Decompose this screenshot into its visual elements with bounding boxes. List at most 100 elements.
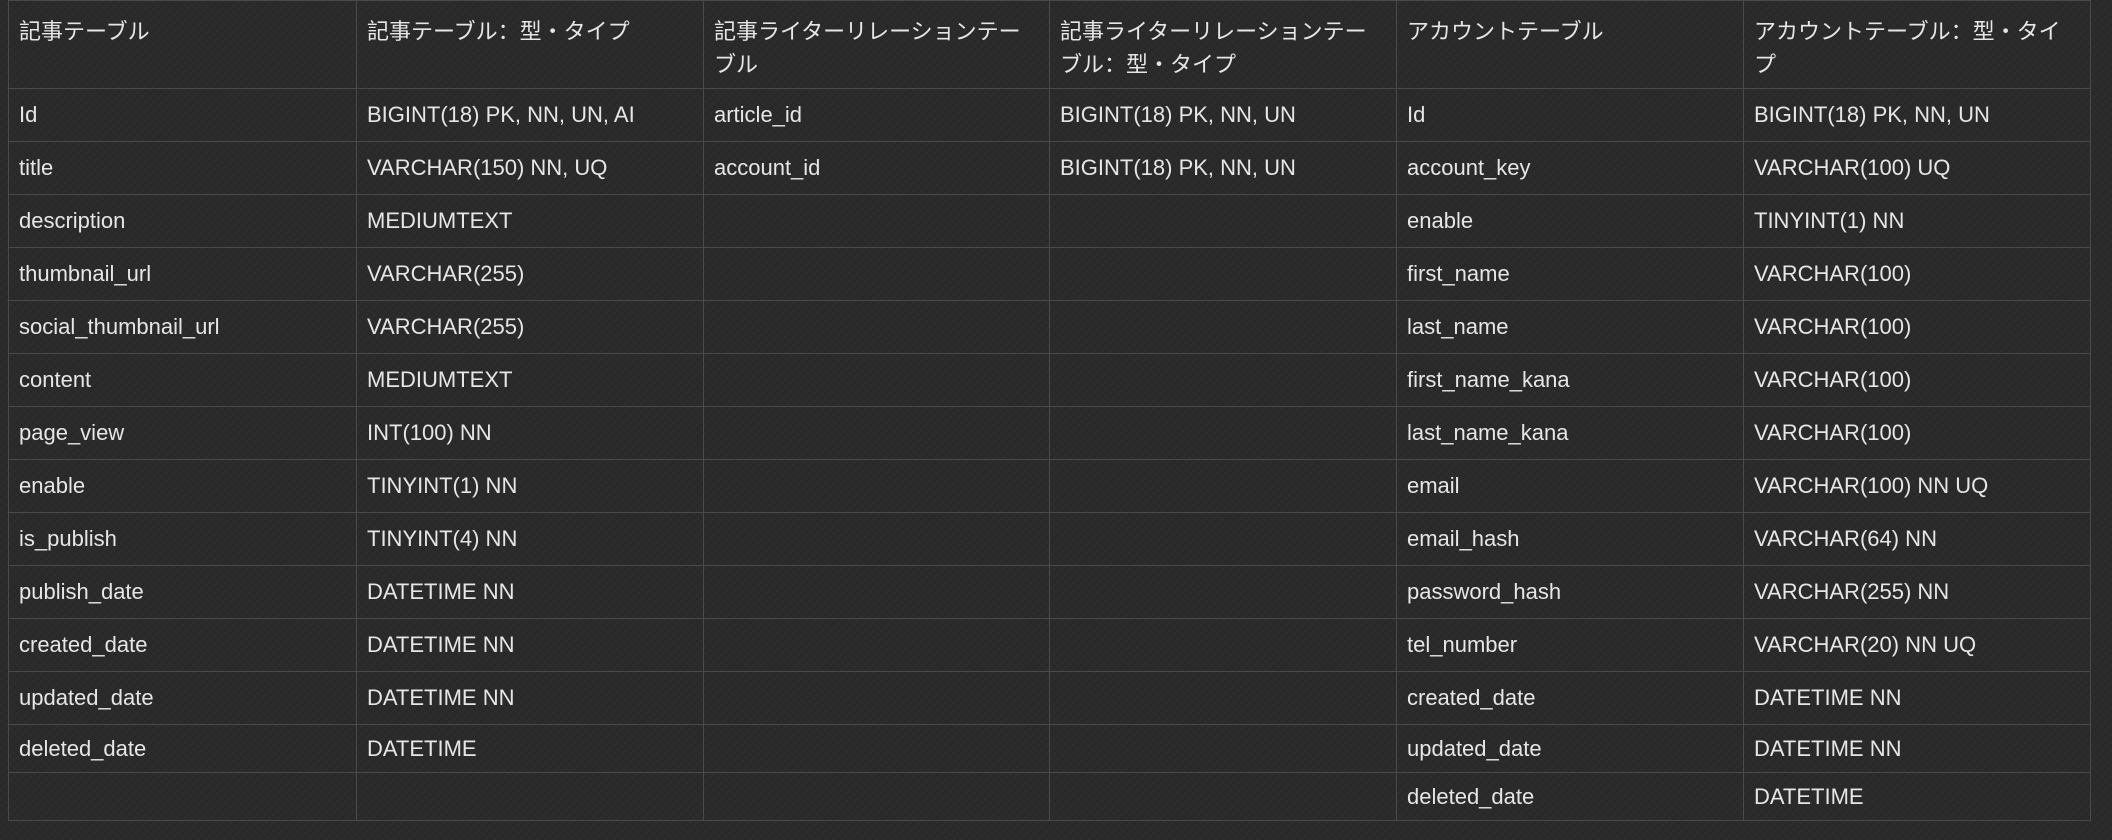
table-row: thumbnail_url VARCHAR(255) first_name VA…	[8, 247, 2091, 301]
table-cell: BIGINT(18) PK, NN, UN	[1049, 88, 1397, 142]
table-cell: DATETIME NN	[1743, 671, 2091, 725]
table-cell: MEDIUMTEXT	[356, 353, 704, 407]
table-row: content MEDIUMTEXT first_name_kana VARCH…	[8, 353, 2091, 407]
table-cell	[1049, 618, 1397, 672]
table-cell: BIGINT(18) PK, NN, UN	[1049, 141, 1397, 195]
table-cell: DATETIME NN	[356, 671, 704, 725]
table-cell: VARCHAR(255)	[356, 247, 704, 301]
table-cell: INT(100) NN	[356, 406, 704, 460]
schema-table-container: 記事テーブル 記事テーブル：型・タイプ 記事ライターリレーションテーブル 記事ラ…	[8, 0, 2091, 821]
table-cell: title	[8, 141, 357, 195]
table-cell	[1049, 300, 1397, 354]
table-cell: email_hash	[1396, 512, 1744, 566]
table-cell: DATETIME NN	[1743, 724, 2091, 773]
table-row: deleted_date DATETIME updated_date DATET…	[8, 724, 2091, 773]
table-cell: first_name_kana	[1396, 353, 1744, 407]
table-cell: TINYINT(4) NN	[356, 512, 704, 566]
table-row: is_publish TINYINT(4) NN email_hash VARC…	[8, 512, 2091, 566]
table-cell: deleted_date	[1396, 772, 1744, 821]
table-row: deleted_date DATETIME	[8, 772, 2091, 821]
table-cell: TINYINT(1) NN	[1743, 194, 2091, 248]
table-cell	[703, 300, 1050, 354]
table-cell: created_date	[1396, 671, 1744, 725]
table-cell: email	[1396, 459, 1744, 513]
table-cell: deleted_date	[8, 724, 357, 773]
table-cell	[703, 618, 1050, 672]
table-cell	[703, 459, 1050, 513]
table-row: updated_date DATETIME NN created_date DA…	[8, 671, 2091, 725]
header-cell-article-table-type: 記事テーブル：型・タイプ	[356, 0, 704, 89]
table-cell	[703, 724, 1050, 773]
table-cell: TINYINT(1) NN	[356, 459, 704, 513]
table-cell: VARCHAR(100)	[1743, 353, 2091, 407]
table-row: social_thumbnail_url VARCHAR(255) last_n…	[8, 300, 2091, 354]
table-cell: VARCHAR(255) NN	[1743, 565, 2091, 619]
table-cell	[1049, 459, 1397, 513]
table-cell	[703, 353, 1050, 407]
table-cell: updated_date	[8, 671, 357, 725]
table-cell	[1049, 247, 1397, 301]
table-row: created_date DATETIME NN tel_number VARC…	[8, 618, 2091, 672]
table-cell: VARCHAR(150) NN, UQ	[356, 141, 704, 195]
table-cell: enable	[1396, 194, 1744, 248]
table-row: Id BIGINT(18) PK, NN, UN, AI article_id …	[8, 88, 2091, 142]
table-cell	[356, 772, 704, 821]
table-cell: Id	[1396, 88, 1744, 142]
table-row: publish_date DATETIME NN password_hash V…	[8, 565, 2091, 619]
table-cell: VARCHAR(100) NN UQ	[1743, 459, 2091, 513]
table-row: enable TINYINT(1) NN email VARCHAR(100) …	[8, 459, 2091, 513]
table-cell	[1049, 724, 1397, 773]
table-cell	[703, 512, 1050, 566]
table-cell: VARCHAR(64) NN	[1743, 512, 2091, 566]
table-row: page_view INT(100) NN last_name_kana VAR…	[8, 406, 2091, 460]
table-cell: updated_date	[1396, 724, 1744, 773]
table-cell: VARCHAR(100) UQ	[1743, 141, 2091, 195]
table-cell	[1049, 512, 1397, 566]
table-cell	[703, 772, 1050, 821]
table-cell: VARCHAR(100)	[1743, 300, 2091, 354]
table-cell: publish_date	[8, 565, 357, 619]
table-cell: BIGINT(18) PK, NN, UN, AI	[356, 88, 704, 142]
table-cell	[8, 772, 357, 821]
table-cell: last_name_kana	[1396, 406, 1744, 460]
table-cell	[1049, 671, 1397, 725]
table-cell: content	[8, 353, 357, 407]
table-cell	[1049, 565, 1397, 619]
table-cell: tel_number	[1396, 618, 1744, 672]
table-cell	[703, 565, 1050, 619]
table-cell	[703, 247, 1050, 301]
table-cell: VARCHAR(255)	[356, 300, 704, 354]
table-cell: enable	[8, 459, 357, 513]
table-cell	[703, 194, 1050, 248]
header-cell-article-table: 記事テーブル	[8, 0, 357, 89]
table-cell: BIGINT(18) PK, NN, UN	[1743, 88, 2091, 142]
table-cell	[1049, 353, 1397, 407]
table-cell	[1049, 772, 1397, 821]
table-cell: page_view	[8, 406, 357, 460]
table-cell: description	[8, 194, 357, 248]
table-cell: created_date	[8, 618, 357, 672]
table-cell: account_key	[1396, 141, 1744, 195]
table-cell: first_name	[1396, 247, 1744, 301]
table-cell: social_thumbnail_url	[8, 300, 357, 354]
table-cell	[703, 671, 1050, 725]
schema-table: 記事テーブル 記事テーブル：型・タイプ 記事ライターリレーションテーブル 記事ラ…	[8, 0, 2091, 821]
header-cell-account-table: アカウントテーブル	[1396, 0, 1744, 89]
header-row: 記事テーブル 記事テーブル：型・タイプ 記事ライターリレーションテーブル 記事ラ…	[8, 0, 2091, 89]
table-cell: DATETIME NN	[356, 618, 704, 672]
table-row: title VARCHAR(150) NN, UQ account_id BIG…	[8, 141, 2091, 195]
table-cell: DATETIME NN	[356, 565, 704, 619]
table-cell: account_id	[703, 141, 1050, 195]
table-cell: VARCHAR(100)	[1743, 247, 2091, 301]
table-cell	[703, 406, 1050, 460]
table-cell	[1049, 194, 1397, 248]
table-cell: last_name	[1396, 300, 1744, 354]
table-cell: article_id	[703, 88, 1050, 142]
table-cell: thumbnail_url	[8, 247, 357, 301]
table-cell: MEDIUMTEXT	[356, 194, 704, 248]
table-cell: DATETIME	[356, 724, 704, 773]
header-cell-account-table-type: アカウントテーブル：型・タイプ	[1743, 0, 2091, 89]
header-cell-article-writer-relation-table-type: 記事ライターリレーションテーブル：型・タイプ	[1049, 0, 1397, 89]
table-cell	[1049, 406, 1397, 460]
table-cell: password_hash	[1396, 565, 1744, 619]
